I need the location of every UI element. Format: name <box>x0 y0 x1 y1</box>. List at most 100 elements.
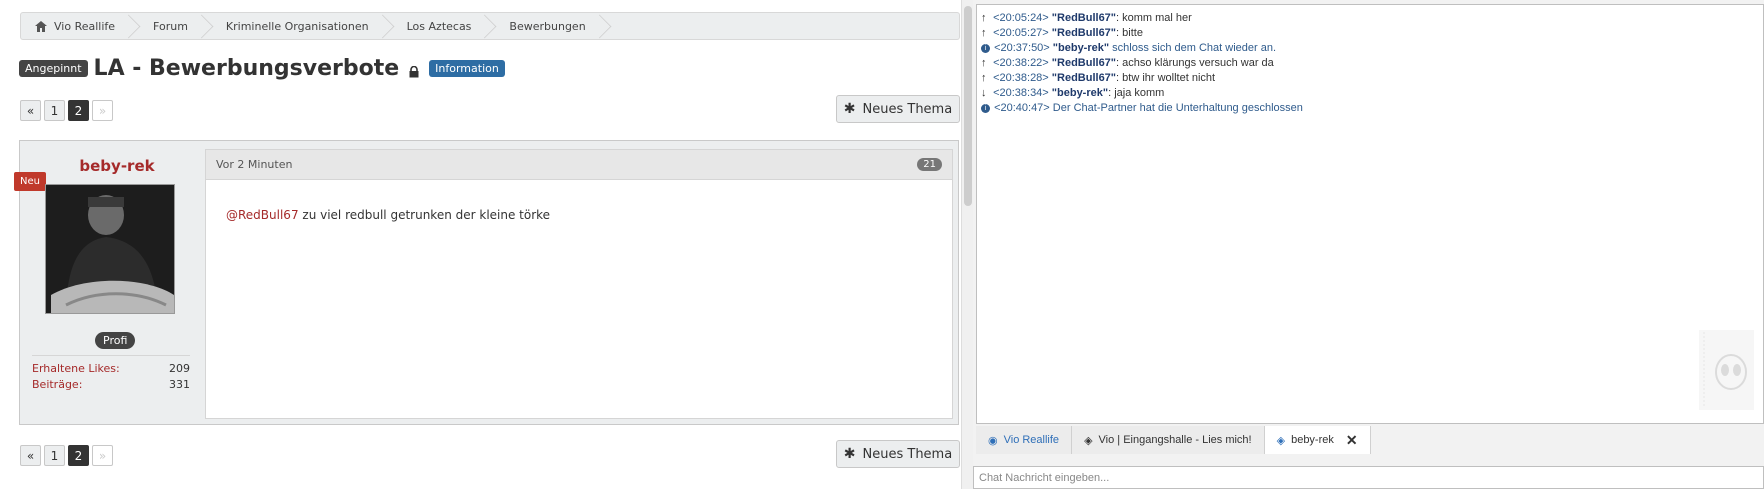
mention-link[interactable]: @RedBull67 <box>226 208 299 222</box>
arrow-up-icon: ↑ <box>981 72 987 84</box>
info-icon: i <box>981 43 990 53</box>
breadcrumb-label: Kriminelle Organisationen <box>225 19 369 33</box>
chat-message: ↑ <20:05:24> "RedBull67": komm mal her <box>981 11 1759 26</box>
message-text: schloss sich dem Chat wieder an. <box>1109 42 1277 54</box>
user-rank-badge: Profi <box>95 332 136 349</box>
tab-label: beby-rek <box>1291 434 1334 446</box>
stat-label[interactable]: Erhaltene Likes: <box>32 362 120 375</box>
asterisk-icon: ✱ <box>843 446 856 462</box>
stat-label[interactable]: Beiträge: <box>32 378 82 391</box>
close-icon[interactable]: ✕ <box>1346 432 1358 449</box>
last-page-button[interactable]: » <box>92 100 113 121</box>
user-stats: Erhaltene Likes: 209 Beiträge: 331 <box>32 355 190 394</box>
message-user[interactable]: "beby-rek" <box>1052 87 1108 99</box>
pagination-bottom: « 1 2 » <box>20 445 113 466</box>
channel-icon: ◈ <box>1084 434 1093 447</box>
message-time: <20:37:50> <box>994 42 1050 54</box>
new-thread-button-bottom[interactable]: ✱ Neues Thema <box>836 440 960 468</box>
chat-message: ↑ <20:05:27> "RedBull67": bitte <box>981 26 1759 41</box>
first-page-button[interactable]: « <box>20 100 41 121</box>
page-1-button[interactable]: 1 <box>44 100 65 121</box>
page-1-button[interactable]: 1 <box>44 445 65 466</box>
scrollbar-thumb[interactable] <box>964 6 972 206</box>
breadcrumb: Vio Reallife Forum Kriminelle Organisati… <box>20 12 960 40</box>
message-user[interactable]: "beby-rek" <box>1053 42 1109 54</box>
message-text: : achso klärungs versuch war da <box>1116 57 1274 69</box>
message-time: <20:05:27> <box>993 27 1049 39</box>
message-time: <20:38:34> <box>993 87 1049 99</box>
chat-tab-vio-reallife[interactable]: ◉ Vio Reallife <box>976 426 1073 454</box>
tab-label: Vio Reallife <box>1003 434 1060 446</box>
breadcrumb-label: Los Aztecas <box>406 19 472 33</box>
message-time: <20:05:24> <box>993 12 1049 24</box>
breadcrumb-item-bewerbungen[interactable]: Bewerbungen <box>495 13 609 39</box>
post-body: @RedBull67 zu viel redbull getrunken der… <box>206 180 952 250</box>
post-text: zu viel redbull getrunken der kleine tör… <box>298 208 551 222</box>
chat-logo-watermark <box>1699 330 1754 410</box>
stat-row-posts: Beiträge: 331 <box>32 378 190 391</box>
stat-row-likes: Erhaltene Likes: 209 <box>32 362 190 375</box>
information-label: Information <box>429 60 505 77</box>
post-author-sidebar: beby-rek Profi Erhaltene Likes: 209 Beit… <box>32 149 202 414</box>
pinned-label: Angepinnt <box>19 60 88 77</box>
page-2-button[interactable]: 2 <box>68 445 89 466</box>
private-chat-icon: ◈ <box>1276 434 1286 447</box>
breadcrumb-item-kriminelle-organisationen[interactable]: Kriminelle Organisationen <box>212 13 393 39</box>
breadcrumb-label: Vio Reallife <box>54 19 116 33</box>
chat-tabs: ◉ Vio Reallife ◈ Vio | Eingangshalle - L… <box>976 426 1371 454</box>
page-scrollbar[interactable] <box>961 0 973 489</box>
first-page-button[interactable]: « <box>20 445 41 466</box>
breadcrumb-item-los-aztecas[interactable]: Los Aztecas <box>393 13 496 39</box>
arrow-up-icon: ↑ <box>981 57 987 69</box>
tab-label: Vio | Eingangshalle - Lies mich! <box>1098 434 1252 446</box>
chat-tab-beby-rek[interactable]: ◈ beby-rek ✕ <box>1264 426 1371 454</box>
chat-log[interactable]: ↑ <20:05:24> "RedBull67": komm mal her ↑ … <box>976 4 1764 424</box>
post-header: Vor 2 Minuten 21 <box>206 150 952 180</box>
chat-message: ↑ <20:38:22> "RedBull67": achso klärungs… <box>981 56 1759 71</box>
message-user[interactable]: "RedBull67" <box>1052 57 1116 69</box>
arrow-up-icon: ↑ <box>981 12 987 24</box>
pagination-top: « 1 2 » <box>20 100 113 121</box>
page-2-button[interactable]: 2 <box>68 100 89 121</box>
message-text: : komm mal her <box>1116 12 1192 24</box>
chat-message: ↑ <20:38:28> "RedBull67": btw ihr wollte… <box>981 71 1759 86</box>
stat-value: 209 <box>169 362 190 375</box>
message-user[interactable]: "RedBull67" <box>1052 27 1116 39</box>
message-text: : jaja komm <box>1108 87 1165 99</box>
message-time: <20:38:28> <box>993 72 1049 84</box>
chat-tab-eingangshalle[interactable]: ◈ Vio | Eingangshalle - Lies mich! <box>1072 426 1265 454</box>
last-page-button[interactable]: » <box>92 445 113 466</box>
stat-value: 331 <box>169 378 190 391</box>
message-time: <20:38:22> <box>993 57 1049 69</box>
arrow-down-icon: ↓ <box>981 87 987 99</box>
message-user[interactable]: "RedBull67" <box>1052 12 1116 24</box>
message-text: : btw ihr wolltet nicht <box>1116 72 1216 84</box>
new-thread-label: Neues Thema <box>862 446 953 462</box>
chat-message: i <20:40:47> Der Chat-Partner hat die Un… <box>981 101 1759 116</box>
chat-message-input[interactable] <box>973 466 1764 489</box>
chat-message: ↓ <20:38:34> "beby-rek": jaja komm <box>981 86 1759 101</box>
page-title: LA - Bewerbungsverbote <box>93 56 400 81</box>
server-icon: ◉ <box>988 434 998 447</box>
new-thread-button-top[interactable]: ✱ Neues Thema <box>836 95 960 123</box>
chat-message: i <20:37:50> "beby-rek" schloss sich dem… <box>981 41 1759 56</box>
message-text: Der Chat-Partner hat die Unterhaltung ge… <box>1052 102 1303 114</box>
breadcrumb-item-home[interactable]: Vio Reallife <box>21 13 139 39</box>
thread-title-row: Angepinnt LA - Bewerbungsverbote Informa… <box>19 56 505 81</box>
new-thread-label: Neues Thema <box>862 101 953 117</box>
post-number-badge[interactable]: 21 <box>917 158 942 171</box>
avatar[interactable] <box>45 184 175 314</box>
chat-window: ↑ <20:05:24> "RedBull67": komm mal her ↑ … <box>973 0 1764 489</box>
post: Neu beby-rek Profi Erhaltene Likes: 209 … <box>14 140 959 425</box>
forum-pane: Vio Reallife Forum Kriminelle Organisati… <box>0 0 960 489</box>
message-text: : bitte <box>1116 27 1143 39</box>
info-icon: i <box>981 103 990 113</box>
breadcrumb-item-forum[interactable]: Forum <box>139 13 212 39</box>
post-time[interactable]: Vor 2 Minuten <box>216 158 292 171</box>
author-name[interactable]: beby-rek <box>32 157 202 175</box>
breadcrumb-label: Forum <box>153 19 188 33</box>
arrow-up-icon: ↑ <box>981 27 987 39</box>
post-content-box: Vor 2 Minuten 21 @RedBull67 zu viel redb… <box>205 149 953 419</box>
message-time: <20:40:47> <box>994 102 1050 114</box>
message-user[interactable]: "RedBull67" <box>1052 72 1116 84</box>
